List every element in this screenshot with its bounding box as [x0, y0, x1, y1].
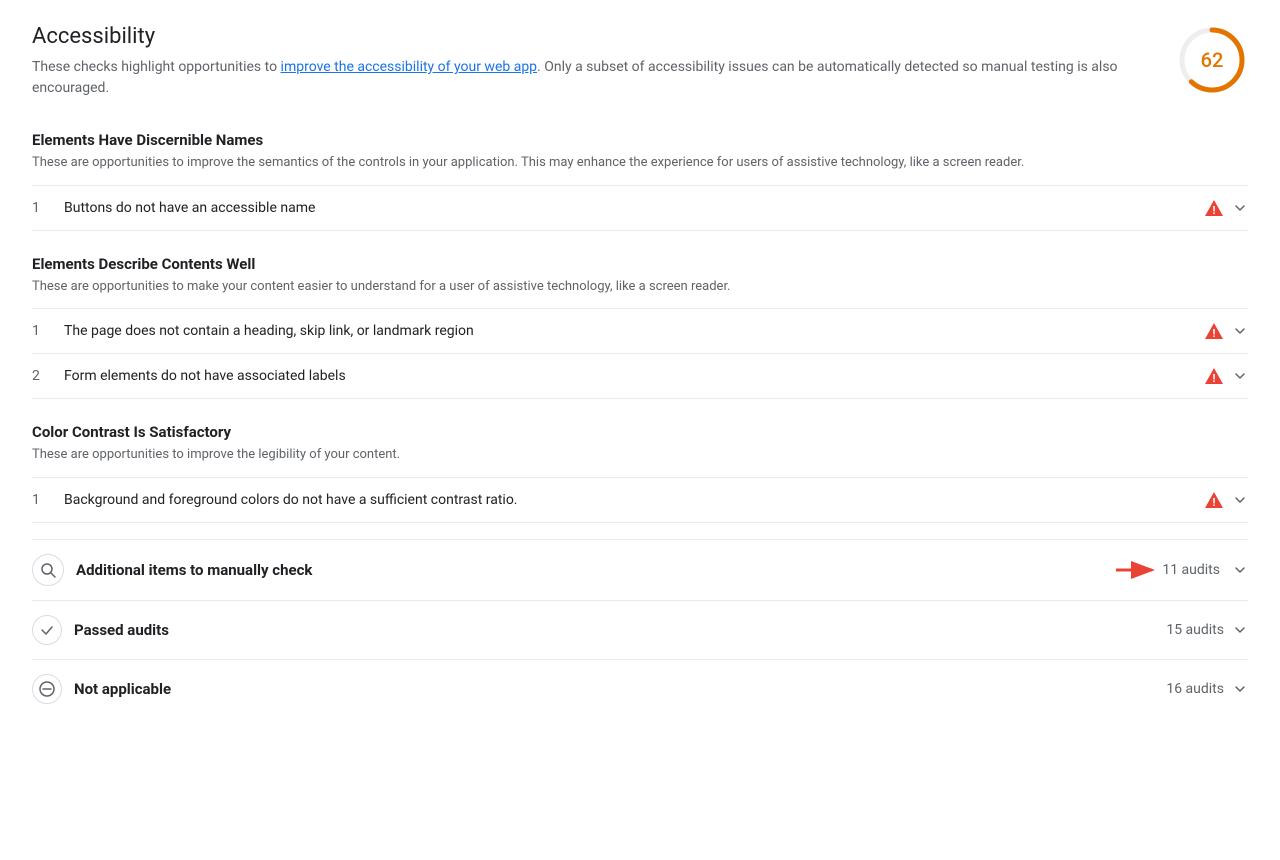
section-header-color: Color Contrast Is Satisfactory These are… [32, 415, 1248, 473]
manual-check-count: 11 audits [1162, 562, 1220, 578]
svg-text:!: ! [1213, 372, 1216, 385]
chevron-down-contrast[interactable] [1232, 492, 1248, 508]
accessibility-link[interactable]: improve the accessibility of your web ap… [281, 59, 538, 75]
manual-check-label: Additional items to manually check [76, 561, 1114, 579]
audit-number-1: 1 [32, 200, 64, 216]
minus-circle-icon [32, 674, 62, 704]
manual-check-row[interactable]: Additional items to manually check 11 au… [32, 539, 1248, 600]
section-title-discernible: Elements Have Discernible Names [32, 131, 1248, 149]
page-description: These checks highlight opportunities to … [32, 57, 1132, 99]
header-text: Accessibility These checks highlight opp… [32, 24, 1132, 99]
section-header-describe: Elements Describe Contents Well These ar… [32, 247, 1248, 305]
section-title-describe: Elements Describe Contents Well [32, 255, 1248, 273]
chevron-down-passed[interactable] [1232, 622, 1248, 638]
na-count: 16 audits [1166, 681, 1224, 697]
audit-label-form: Form elements do not have associated lab… [64, 368, 1204, 384]
red-arrow-icon [1114, 557, 1158, 583]
section-header-discernible: Elements Have Discernible Names These ar… [32, 123, 1248, 181]
audit-label-contrast: Background and foreground colors do not … [64, 492, 1204, 508]
score-number: 62 [1201, 48, 1224, 72]
svg-text:!: ! [1213, 204, 1216, 217]
audit-label-buttons: Buttons do not have an accessible name [64, 200, 1204, 216]
page-header: Accessibility These checks highlight opp… [32, 24, 1248, 99]
chevron-down-heading[interactable] [1232, 323, 1248, 339]
section-title-color: Color Contrast Is Satisfactory [32, 423, 1248, 441]
svg-text:!: ! [1213, 327, 1216, 340]
passed-count: 15 audits [1166, 622, 1224, 638]
svg-text:!: ! [1213, 496, 1216, 509]
section-desc-describe: These are opportunities to make your con… [32, 277, 1248, 297]
audit-actions-form: ! [1204, 366, 1248, 386]
audit-row-heading[interactable]: 1 The page does not contain a heading, s… [32, 308, 1248, 353]
audit-row-buttons[interactable]: 1 Buttons do not have an accessible name… [32, 185, 1248, 231]
na-label: Not applicable [74, 680, 1166, 698]
chevron-down-1[interactable] [1232, 200, 1248, 216]
manual-check-right: 11 audits [1114, 557, 1248, 583]
page-title: Accessibility [32, 24, 1132, 49]
warning-icon-form: ! [1204, 366, 1224, 386]
section-color-contrast: Color Contrast Is Satisfactory These are… [32, 415, 1248, 523]
section-desc-discernible: These are opportunities to improve the s… [32, 153, 1248, 173]
audit-actions-heading: ! [1204, 321, 1248, 341]
audit-row-form-labels[interactable]: 2 Form elements do not have associated l… [32, 353, 1248, 399]
search-icon [32, 554, 64, 586]
audit-actions-contrast: ! [1204, 490, 1248, 510]
audit-actions-1: ! [1204, 198, 1248, 218]
audit-label-heading: The page does not contain a heading, ski… [64, 323, 1204, 339]
check-icon [32, 615, 62, 645]
section-desc-color: These are opportunities to improve the l… [32, 445, 1248, 465]
description-text-1: These checks highlight opportunities to [32, 59, 281, 75]
audit-number-form: 2 [32, 368, 64, 384]
passed-label: Passed audits [74, 621, 1166, 639]
passed-audits-row[interactable]: Passed audits 15 audits [32, 600, 1248, 659]
audit-number-heading: 1 [32, 323, 64, 339]
not-applicable-row[interactable]: Not applicable 16 audits [32, 659, 1248, 718]
chevron-down-na[interactable] [1232, 681, 1248, 697]
warning-icon-contrast: ! [1204, 490, 1224, 510]
section-describe-contents: Elements Describe Contents Well These ar… [32, 247, 1248, 400]
warning-icon-1: ! [1204, 198, 1224, 218]
chevron-down-form[interactable] [1232, 368, 1248, 384]
warning-icon-heading: ! [1204, 321, 1224, 341]
score-circle: 62 [1176, 24, 1248, 96]
audit-row-contrast[interactable]: 1 Background and foreground colors do no… [32, 477, 1248, 523]
section-discernible-names: Elements Have Discernible Names These ar… [32, 123, 1248, 231]
audit-number-contrast: 1 [32, 492, 64, 508]
chevron-down-manual[interactable] [1232, 562, 1248, 578]
